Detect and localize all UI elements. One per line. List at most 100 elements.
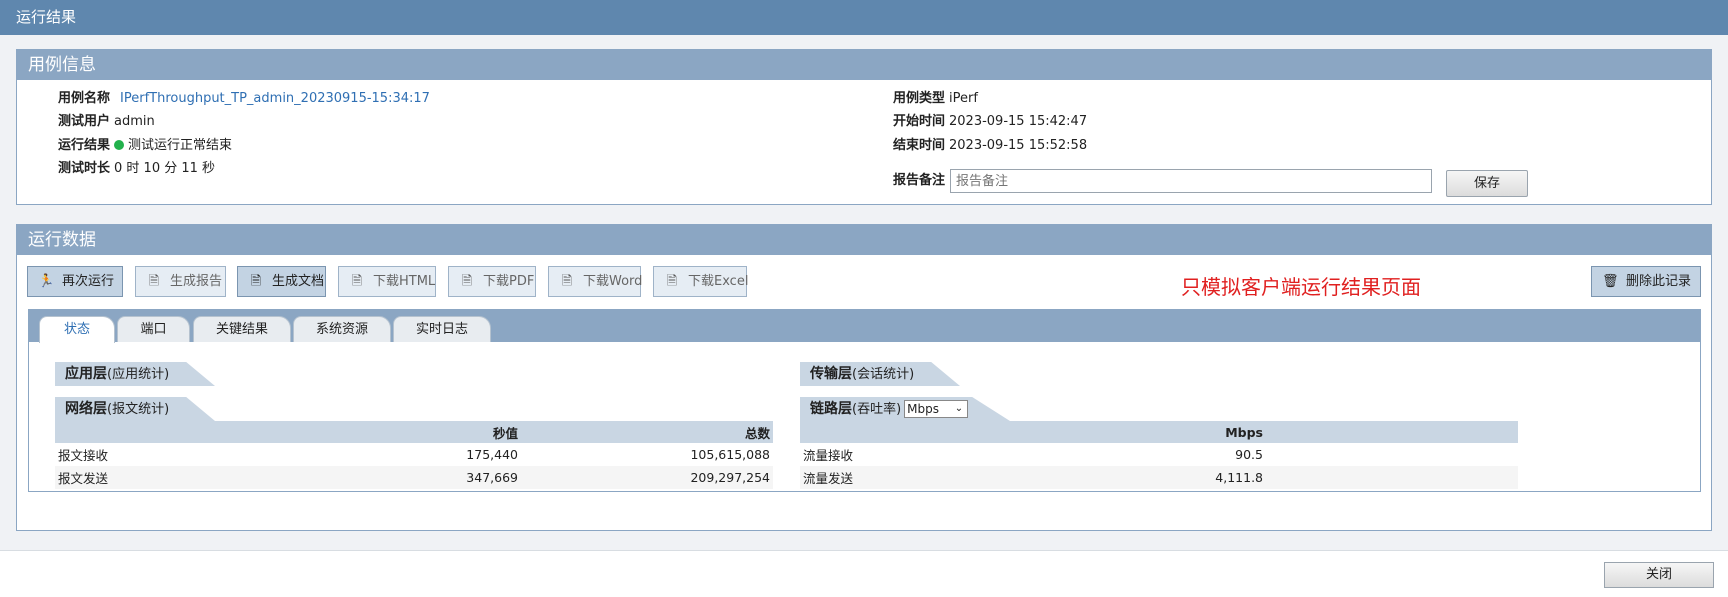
report-note-label: 报告备注 (893, 173, 946, 188)
network-layer-subtitle: (报文统计) (107, 402, 170, 417)
case-type-value: iPerf (949, 91, 978, 106)
save-button[interactable]: 保存 (1446, 170, 1528, 197)
download-pdf-label: 下载PDF (483, 274, 535, 289)
network-layer-header: 网络层(报文统计) (55, 397, 215, 421)
window-title: 运行结果 (0, 0, 1728, 35)
start-time-label: 开始时间 (893, 114, 946, 129)
network-stats-table: 秒值 总数 报文接收 175,440 105,615,088 报文发送 347,… (55, 421, 773, 489)
column-header: 总数 (521, 421, 773, 443)
run-result-value: 测试运行正常结束 (128, 138, 233, 153)
trash-icon: 🗑 (1602, 274, 1619, 289)
close-button[interactable]: 关闭 (1604, 562, 1714, 588)
case-name-label: 用例名称 (58, 91, 111, 106)
tab-status[interactable]: 状态 (39, 316, 115, 343)
link-layer-subtitle: (吞吐率) (852, 402, 902, 417)
status-ok-icon (114, 140, 125, 150)
app-layer-subtitle: (应用统计) (107, 367, 170, 382)
download-html-button[interactable]: 🗎 下载HTML (338, 266, 436, 297)
case-info-title: 用例信息 (17, 50, 1711, 80)
case-type-row: 用例类型 iPerf (893, 90, 978, 108)
per-sec-value: 347,669 (275, 466, 521, 489)
tab-container: 状态 端口 关键结果 系统资源 实时日志 应用层(应用统计) 传输层(会话统计)… (28, 309, 1701, 492)
tab-bar: 状态 端口 关键结果 系统资源 实时日志 (29, 310, 1700, 343)
download-html-label: 下载HTML (373, 274, 436, 289)
run-data-panel: 运行数据 🏃 再次运行 🗎 生成报告 🗎 生成文档 🗎 下载HTML 🗎 下载PDF 🗎 下… (16, 224, 1712, 531)
network-layer-title: 网络层 (65, 401, 107, 417)
download-excel-label: 下载Excel (688, 274, 749, 289)
column-header: 秒值 (275, 421, 521, 443)
download-excel-button[interactable]: 🗎 下载Excel (653, 266, 749, 297)
case-name-row: 用例名称 IPerfThroughput_TP_admin_20230915-15… (58, 90, 430, 108)
unit-select-value: Mbps (907, 402, 939, 416)
chevron-down-icon: ⌄ (954, 403, 964, 414)
app-layer-title: 应用层 (65, 366, 107, 382)
table-row: 报文接收 175,440 105,615,088 (55, 443, 773, 466)
run-data-title: 运行数据 (17, 225, 1711, 255)
rerun-label: 再次运行 (62, 274, 115, 289)
link-stats-table: Mbps 流量接收 90.5 流量发送 4,111.8 (800, 421, 1518, 489)
report-note-row: 报告备注 (893, 172, 949, 190)
transport-layer-title: 传输层 (810, 366, 852, 382)
rerun-button[interactable]: 🏃 再次运行 (27, 266, 123, 297)
tab-ports[interactable]: 端口 (117, 316, 190, 342)
run-result-label: 运行结果 (58, 138, 111, 153)
case-info-panel: 用例信息 用例名称 IPerfThroughput_TP_admin_202309… (16, 49, 1712, 205)
table-header-row: 秒值 总数 (55, 421, 773, 443)
delete-record-button[interactable]: 🗑 删除此记录 (1591, 266, 1701, 297)
download-pdf-button[interactable]: 🗎 下载PDF (448, 266, 536, 297)
download-word-label: 下载Word (583, 274, 643, 289)
tab-key-results[interactable]: 关键结果 (193, 316, 291, 342)
row-label: 报文接收 (58, 448, 109, 463)
html-file-icon: 🗎 (351, 274, 363, 289)
mbps-value: 4,111.8 (1020, 466, 1266, 489)
generate-report-label: 生成报告 (170, 274, 223, 289)
case-type-label: 用例类型 (893, 91, 946, 106)
tab-system-resources[interactable]: 系统资源 (293, 316, 391, 342)
unit-select[interactable]: Mbps ⌄ (904, 400, 969, 418)
run-result-row: 运行结果 测试运行正常结束 (58, 137, 232, 155)
app-layer-header: 应用层(应用统计) (55, 362, 215, 386)
row-label: 流量发送 (800, 466, 1020, 489)
column-header: Mbps (1020, 421, 1266, 443)
tab-realtime-log[interactable]: 实时日志 (393, 316, 491, 342)
footer-bar: 关闭 (0, 550, 1728, 597)
start-time-row: 开始时间 2023-09-15 15:42:47 (893, 113, 1087, 131)
end-time-label: 结束时间 (893, 138, 946, 153)
transport-layer-subtitle: (会话统计) (852, 367, 915, 382)
word-file-icon: 🗎 (561, 274, 573, 289)
duration-label: 测试时长 (58, 161, 111, 176)
case-name-link[interactable]: IPerfThroughput_TP_admin_20230915-15:34:… (120, 91, 430, 106)
per-sec-value: 175,440 (466, 447, 518, 462)
total-value: 209,297,254 (521, 466, 773, 489)
download-word-button[interactable]: 🗎 下载Word (548, 266, 643, 297)
end-time-row: 结束时间 2023-09-15 15:52:58 (893, 137, 1087, 155)
document-icon: 🗎 (148, 274, 160, 289)
table-row: 流量接收 90.5 (800, 443, 1518, 466)
table-row: 报文发送 347,669 209,297,254 (55, 466, 773, 489)
end-time-value: 2023-09-15 15:52:58 (949, 138, 1088, 153)
test-user-row: 测试用户 admin (58, 113, 155, 131)
total-value: 105,615,088 (690, 447, 770, 462)
pdf-file-icon: 🗎 (461, 274, 473, 289)
row-label: 报文发送 (55, 466, 275, 489)
generate-report-button[interactable]: 🗎 生成报告 (135, 266, 226, 297)
duration-value: 0 时 10 分 11 秒 (114, 161, 216, 176)
test-user-value: admin (114, 114, 155, 129)
start-time-value: 2023-09-15 15:42:47 (949, 114, 1088, 129)
link-layer-header: 链路层(吞吐率) Mbps ⌄ (800, 397, 1010, 421)
table-row: 流量发送 4,111.8 (800, 466, 1518, 489)
running-man-icon: 🏃 (38, 274, 55, 289)
transport-layer-header: 传输层(会话统计) (800, 362, 960, 386)
test-user-label: 测试用户 (58, 114, 111, 129)
mbps-value: 90.5 (1235, 447, 1263, 462)
report-note-input[interactable] (950, 169, 1432, 193)
duration-row: 测试时长 0 时 10 分 11 秒 (58, 160, 215, 178)
link-layer-title: 链路层 (810, 401, 852, 417)
delete-record-label: 删除此记录 (1626, 274, 1692, 289)
excel-file-icon: 🗎 (666, 274, 678, 289)
generate-doc-button[interactable]: 🗎 生成文档 (237, 266, 326, 297)
table-header-row: Mbps (800, 421, 1518, 443)
pdf-file-icon: 🗎 (250, 274, 262, 289)
notice-text: 只模拟客户端运行结果页面 (1181, 275, 1421, 299)
generate-doc-label: 生成文档 (272, 274, 325, 289)
